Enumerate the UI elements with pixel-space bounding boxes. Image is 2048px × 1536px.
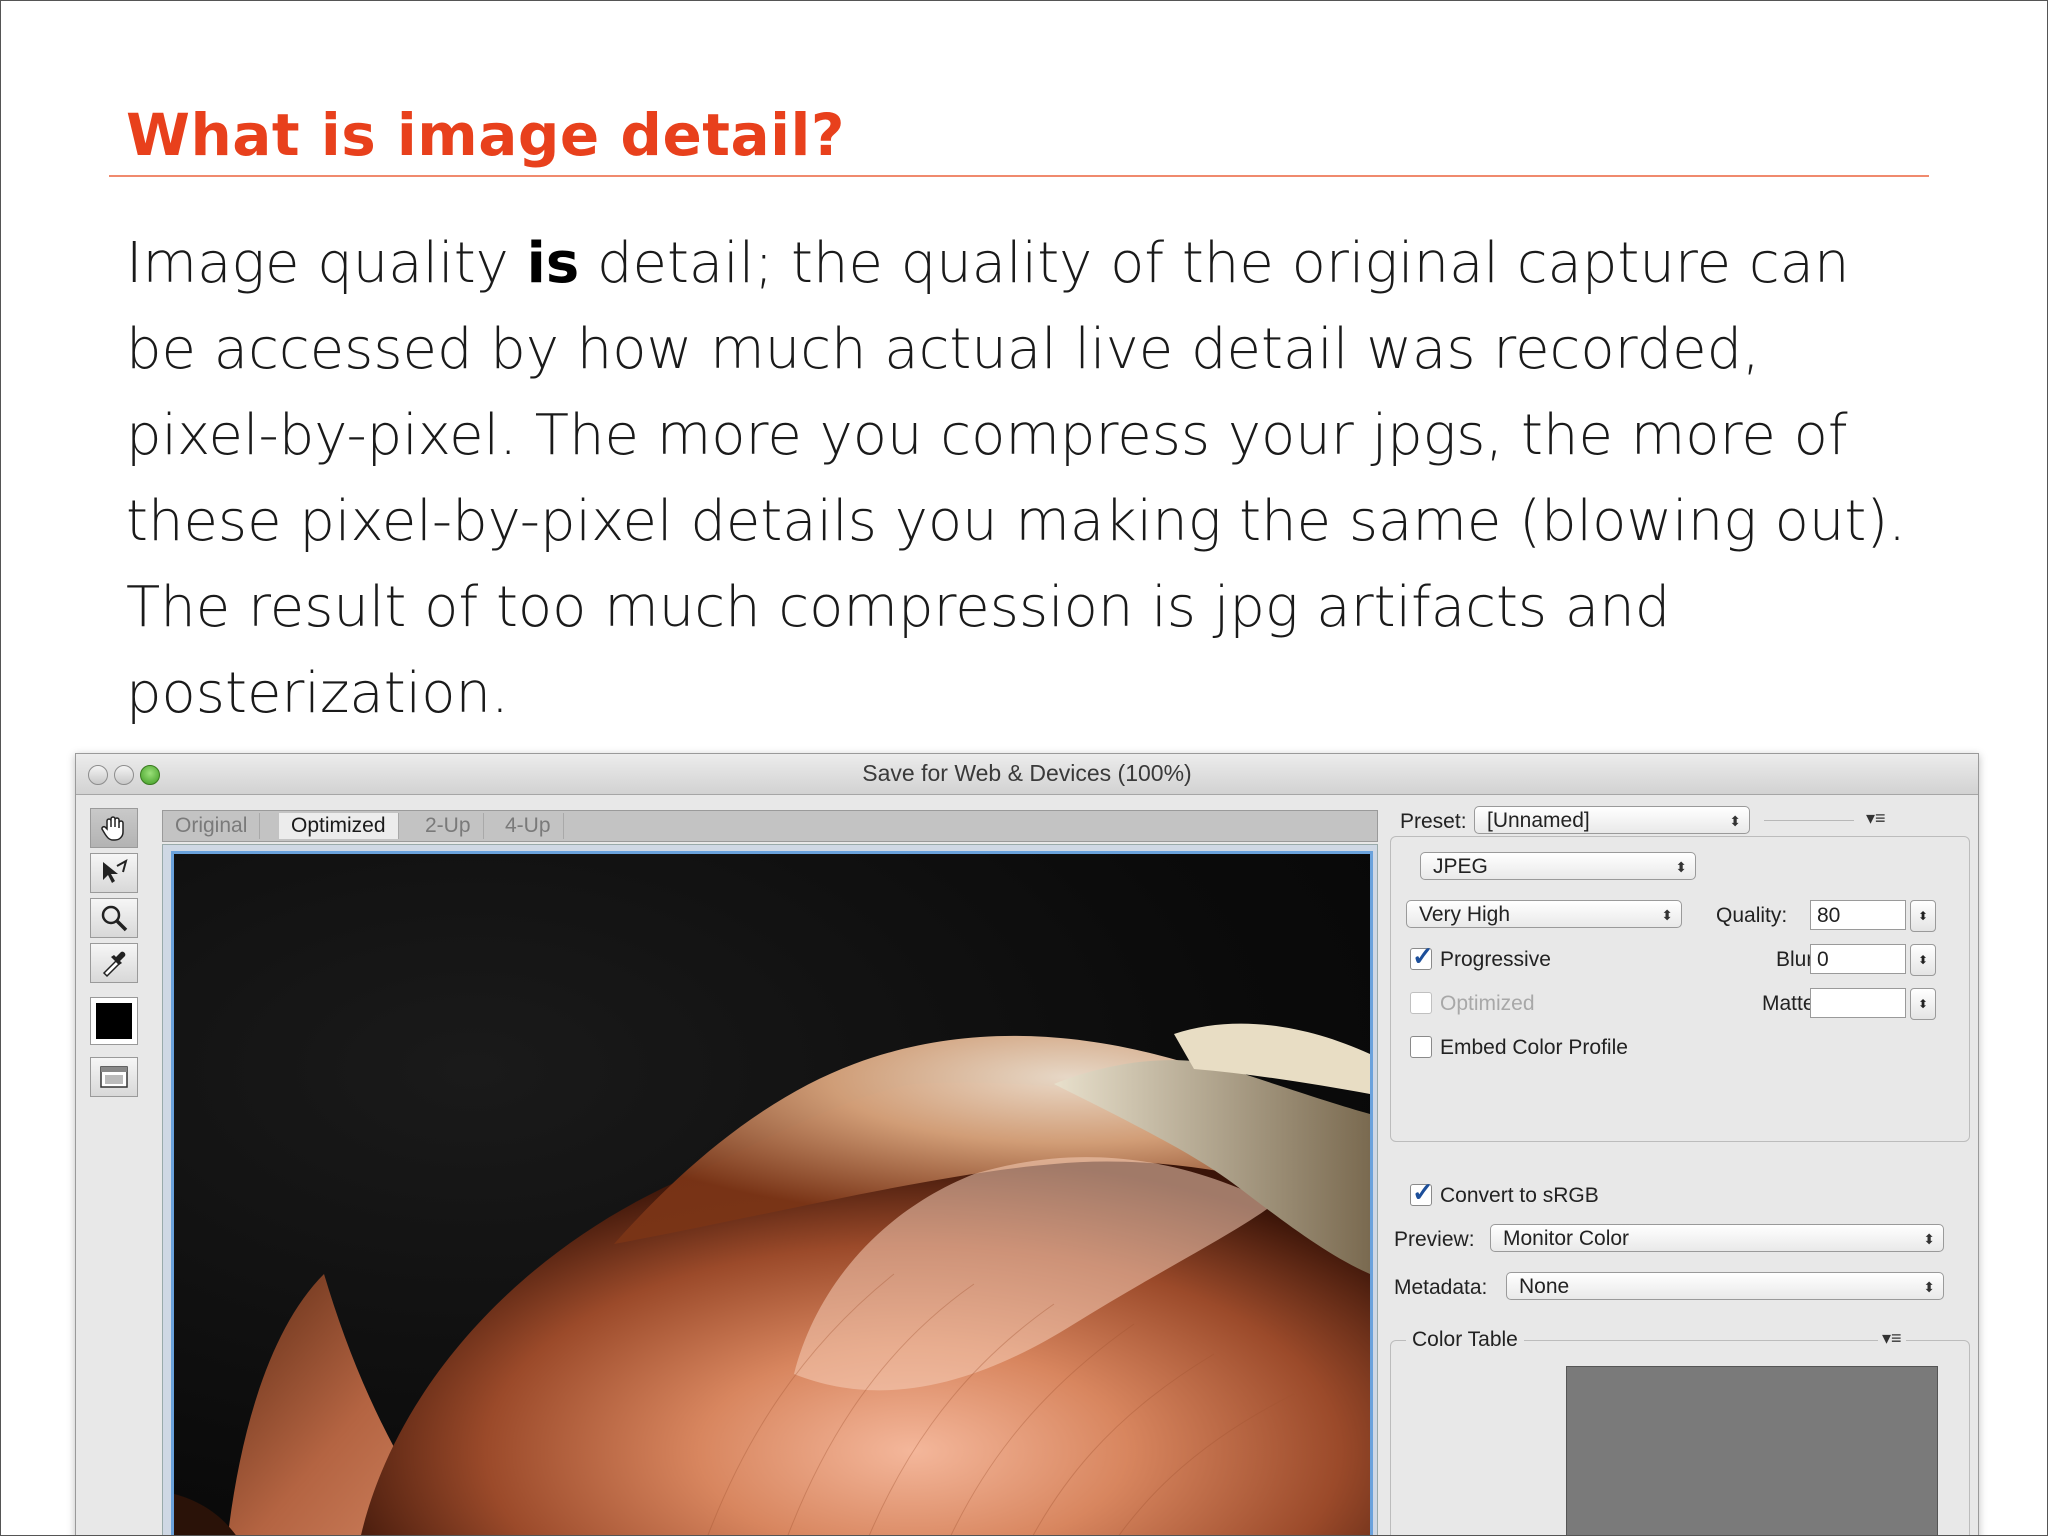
optimized-checkbox[interactable]	[1410, 992, 1432, 1014]
color-table-menu-icon[interactable]: ▾≡	[1878, 1328, 1906, 1349]
panel-menu-icon[interactable]: ▾≡	[1866, 808, 1886, 829]
hand-tool-button[interactable]	[90, 808, 138, 848]
view-tabs: Original Optimized 2-Up 4-Up	[162, 810, 1378, 842]
slide-title: What is image detail?	[126, 101, 846, 169]
optimization-settings-panel: Preset: [Unnamed] ⬍ ▾≡ JPEG ⬍ Very High ⬍ Q…	[1386, 798, 1972, 1535]
matte-input[interactable]	[1810, 988, 1906, 1018]
select-arrows-icon: ⬍	[1729, 813, 1741, 829]
preview-value: Monitor Color	[1503, 1227, 1630, 1250]
quality-input[interactable]: 80	[1810, 900, 1906, 930]
metadata-value: None	[1519, 1275, 1570, 1298]
slice-select-tool-icon	[103, 858, 128, 883]
preview-label: Preview:	[1394, 1228, 1475, 1251]
convert-to-srgb-label: Convert to sRGB	[1440, 1184, 1599, 1207]
zoom-tool-button[interactable]	[90, 898, 138, 938]
eyedropper-color	[96, 1003, 132, 1039]
quality-stepper[interactable]: ⬍	[1910, 900, 1936, 932]
progressive-label: Progressive	[1440, 948, 1551, 971]
preset-value: [Unnamed]	[1487, 809, 1590, 832]
preset-select[interactable]: [Unnamed] ⬍	[1474, 806, 1750, 834]
file-format-value: JPEG	[1433, 855, 1488, 878]
eyedropper-tool-button[interactable]	[90, 943, 138, 983]
eyedropper-tool-icon	[102, 951, 126, 978]
body-text-start: Image quality	[126, 231, 527, 296]
slide-body: Image quality is detail; the quality of …	[126, 221, 1926, 737]
hand-tool-icon	[101, 816, 124, 841]
color-table-swatches[interactable]	[1566, 1366, 1938, 1535]
quality-label: Quality:	[1716, 904, 1788, 927]
image-preview-area	[162, 844, 1378, 1535]
progressive-checkbox[interactable]: ✓	[1410, 941, 1434, 971]
metadata-select[interactable]: None ⬍	[1506, 1272, 1944, 1300]
optimized-label: Optimized	[1440, 992, 1535, 1015]
save-for-web-window: Save for Web & Devices (100%) Original O…	[75, 753, 1979, 1535]
slice-select-tool-button[interactable]	[90, 853, 138, 893]
browser-preview-icon	[100, 1066, 128, 1088]
select-arrows-icon: ⬍	[1923, 1279, 1935, 1295]
preset-divider	[1764, 820, 1854, 821]
blur-stepper[interactable]: ⬍	[1910, 944, 1936, 976]
body-text-rest: detail; the quality of the original capt…	[126, 231, 1906, 726]
checkmark-icon: ✓	[1412, 1177, 1434, 1207]
checkmark-icon: ✓	[1412, 941, 1434, 971]
eyedropper-color-swatch[interactable]	[90, 997, 138, 1045]
select-arrows-icon: ⬍	[1661, 907, 1673, 923]
tool-palette	[90, 808, 140, 1102]
tab-4-up[interactable]: 4-Up	[493, 813, 564, 839]
compression-quality-select[interactable]: Very High ⬍	[1406, 900, 1682, 928]
embed-color-profile-checkbox[interactable]	[1410, 1036, 1432, 1058]
metadata-label: Metadata:	[1394, 1276, 1488, 1299]
color-table-label: Color Table	[1406, 1328, 1524, 1352]
body-text-emphasis: is	[526, 231, 580, 296]
zoom-tool-icon	[101, 905, 128, 932]
compression-quality-value: Very High	[1419, 903, 1511, 926]
select-arrows-icon: ⬍	[1675, 859, 1687, 875]
tab-2-up[interactable]: 2-Up	[413, 813, 484, 839]
blur-input[interactable]: 0	[1810, 944, 1906, 974]
preview-select[interactable]: Monitor Color ⬍	[1490, 1224, 1944, 1252]
tab-optimized[interactable]: Optimized	[279, 813, 399, 839]
file-format-select[interactable]: JPEG ⬍	[1420, 852, 1696, 880]
matte-stepper[interactable]: ⬍	[1910, 988, 1936, 1020]
onion-photo	[174, 1023, 1370, 1535]
window-title: Save for Web & Devices (100%)	[862, 760, 1192, 786]
preview-in-browser-button[interactable]	[90, 1057, 138, 1097]
title-divider	[109, 175, 1929, 177]
preset-label: Preset:	[1400, 810, 1467, 833]
embed-color-profile-label: Embed Color Profile	[1440, 1036, 1628, 1059]
convert-to-srgb-checkbox[interactable]: ✓	[1410, 1177, 1434, 1207]
tab-original[interactable]: Original	[163, 813, 261, 839]
select-arrows-icon: ⬍	[1923, 1231, 1935, 1247]
window-titlebar[interactable]: Save for Web & Devices (100%)	[76, 754, 1978, 795]
slide: What is image detail? Image quality is d…	[0, 0, 2048, 1536]
optimized-image-preview[interactable]	[171, 851, 1373, 1535]
